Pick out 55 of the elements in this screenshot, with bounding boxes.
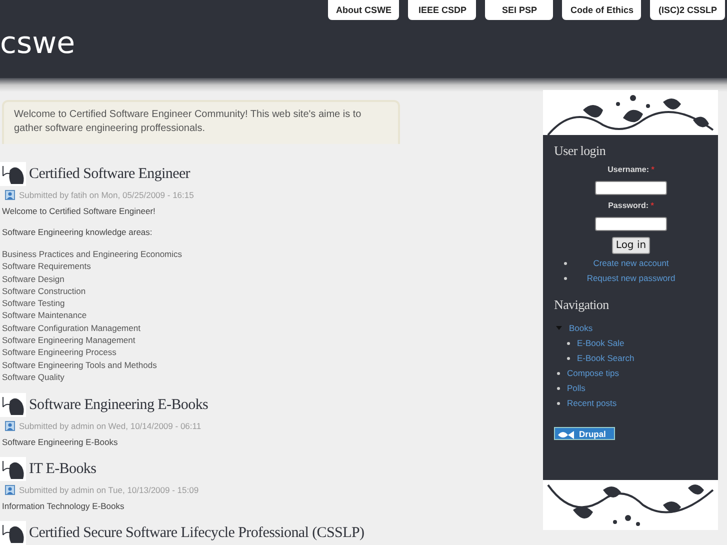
login-button[interactable]: Log in xyxy=(612,237,650,254)
article-title[interactable]: Software Engineering E-Books xyxy=(29,396,208,414)
author-picture-icon xyxy=(0,521,26,545)
submitted-text: Submitted by fatih on Mon, 05/25/2009 - 16:15 xyxy=(19,190,194,200)
nav-tab[interactable]: (ISC)2 CSSLP xyxy=(650,0,725,20)
drupal-badge[interactable]: Drupal xyxy=(554,427,615,440)
author-picture-icon xyxy=(0,393,26,418)
user-icon xyxy=(5,190,15,200)
required-mark: * xyxy=(651,165,654,174)
author-picture-icon xyxy=(0,162,26,186)
site-logo[interactable]: cswe xyxy=(0,26,76,62)
nav-tab[interactable]: IEEE CSDP xyxy=(408,0,476,20)
nav-tab[interactable]: SEI PSP xyxy=(485,0,554,20)
list-item: Business Practices and Engineering Economics xyxy=(2,248,184,260)
user-icon xyxy=(5,421,15,432)
list-item: Software Quality xyxy=(2,370,66,384)
list-item: Software Engineering Management xyxy=(2,334,136,346)
list-item: Software Requirements xyxy=(2,260,92,273)
navigation-link[interactable]: Books xyxy=(569,323,593,333)
nav-tab[interactable]: About CSWE xyxy=(328,0,400,20)
required-mark: * xyxy=(650,201,654,210)
paragraph: Welcome to Certified Software Engineer! xyxy=(2,206,156,216)
list-item: Software Testing xyxy=(2,297,66,310)
paragraph: Information Technology E-Books xyxy=(2,501,126,512)
user-icon xyxy=(5,485,15,496)
article-title[interactable]: IT E-Books xyxy=(29,460,96,478)
block-title: User login xyxy=(554,143,607,159)
submitted-text: Submitted by admin on Wed, 10/14/2009 - 06:11 xyxy=(19,421,202,432)
list-item: Software Engineering Tools and Methods xyxy=(2,358,158,371)
navigation-link[interactable]: E-Book Search xyxy=(577,353,634,363)
article-title[interactable]: Certified Secure Software Lifecycle Professional (CSSLP) xyxy=(29,524,364,542)
list-item: Software Maintenance xyxy=(2,309,88,322)
list-item: Software Engineering Process xyxy=(2,346,118,359)
nav-tab[interactable]: Code of Ethics xyxy=(562,0,642,20)
submitted-text: Submitted by admin on Tue, 10/13/2009 - 15:09 xyxy=(19,485,199,496)
block-title: Navigation xyxy=(554,297,610,313)
article-title[interactable]: Certified Software Engineer xyxy=(29,166,190,182)
account-link[interactable]: Create new account xyxy=(593,258,669,268)
field-label: Password: * xyxy=(608,201,654,210)
navigation-link[interactable]: E-Book Sale xyxy=(577,338,624,348)
field-label: Username: * xyxy=(608,165,654,174)
account-link[interactable]: Request new password xyxy=(586,273,676,283)
navigation-link[interactable]: Compose tips xyxy=(567,368,619,378)
navigation-link[interactable]: Polls xyxy=(567,383,586,393)
drop-icon xyxy=(556,428,576,438)
paragraph: Software Engineering E-Books xyxy=(2,437,119,448)
author-picture-icon xyxy=(0,457,26,482)
paragraph: Software Engineering knowledge areas: xyxy=(2,227,154,237)
input-field[interactable] xyxy=(595,181,667,195)
list-item: Software Construction xyxy=(2,284,87,298)
list-item: Software Design xyxy=(2,272,66,285)
input-field[interactable] xyxy=(595,217,667,231)
mission-text: Welcome to Certified Software Engineer Community! This web site's aime is to gather software engineering proffessionals. xyxy=(2,100,400,144)
navigation-link[interactable]: Recent posts xyxy=(567,398,617,408)
list-item: Software Configuration Management xyxy=(2,322,142,334)
